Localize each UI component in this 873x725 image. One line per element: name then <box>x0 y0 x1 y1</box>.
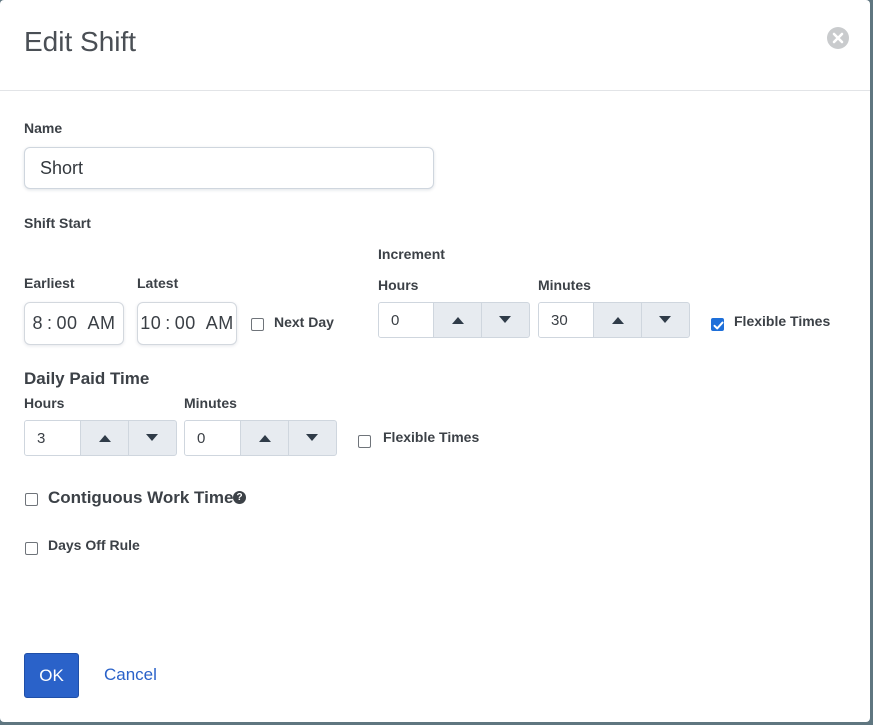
increment-minutes-value[interactable]: 30 <box>539 303 595 337</box>
paid-minutes-stepper: 0 <box>184 420 337 456</box>
caret-up-icon <box>258 435 271 442</box>
caret-down-icon <box>659 316 672 323</box>
latest-time-input[interactable]: 10:00 AM <box>137 302 237 345</box>
name-label: Name <box>24 120 63 136</box>
caret-up-icon <box>611 317 624 324</box>
increment-minutes-label: Minutes <box>538 277 591 293</box>
increment-minutes-up-button[interactable] <box>594 303 642 337</box>
edit-shift-dialog: Edit Shift Name Shift Start Earliest Lat… <box>0 0 870 722</box>
paid-minutes-down-button[interactable] <box>289 421 336 455</box>
paid-minutes-label: Minutes <box>184 395 237 411</box>
increment-hours-down-button[interactable] <box>482 303 529 337</box>
shift-flexible-times-label: Flexible Times <box>734 313 831 329</box>
ok-button[interactable]: OK <box>24 653 79 698</box>
close-icon[interactable] <box>827 27 849 49</box>
next-day-checkbox[interactable] <box>251 318 264 331</box>
paid-minutes-value[interactable]: 0 <box>185 421 242 455</box>
paid-hours-stepper: 3 <box>24 420 177 456</box>
contiguous-work-time-label: Contiguous Work Time <box>48 488 234 507</box>
increment-hours-label: Hours <box>378 277 419 293</box>
latest-ampm[interactable]: AM <box>206 313 234 334</box>
question-circle-icon[interactable]: ? <box>233 491 246 504</box>
dialog-title: Edit Shift <box>24 26 137 57</box>
earliest-minute[interactable]: 00 <box>57 313 78 334</box>
next-day-label: Next Day <box>274 314 334 330</box>
paid-hours-value[interactable]: 3 <box>25 421 82 455</box>
increment-hours-up-button[interactable] <box>434 303 482 337</box>
earliest-hour[interactable]: 8 <box>32 313 43 334</box>
paid-minutes-up-button[interactable] <box>241 421 289 455</box>
header-divider <box>0 90 870 91</box>
latest-hour[interactable]: 10 <box>140 313 161 334</box>
time-separator: : <box>46 313 53 333</box>
increment-label: Increment <box>378 246 445 262</box>
earliest-ampm[interactable]: AM <box>88 313 116 334</box>
latest-label: Latest <box>137 275 179 291</box>
caret-down-icon <box>499 316 512 323</box>
paid-flexible-times-label: Flexible Times <box>383 429 480 445</box>
days-off-rule-checkbox[interactable] <box>25 542 38 555</box>
caret-down-icon <box>306 434 319 441</box>
caret-up-icon <box>98 435 111 442</box>
cancel-button[interactable]: Cancel <box>104 665 157 685</box>
time-separator: : <box>165 313 171 333</box>
paid-hours-label: Hours <box>24 395 65 411</box>
paid-hours-down-button[interactable] <box>129 421 176 455</box>
shift-start-label: Shift Start <box>24 215 91 231</box>
days-off-rule-label: Days Off Rule <box>48 537 140 553</box>
earliest-time-input[interactable]: 8:00 AM <box>24 302 124 345</box>
increment-hours-stepper: 0 <box>378 302 530 338</box>
name-input[interactable] <box>24 147 434 189</box>
caret-up-icon <box>451 317 464 324</box>
paid-flexible-times-checkbox[interactable] <box>358 435 371 448</box>
caret-down-icon <box>146 434 159 441</box>
increment-minutes-stepper: 30 <box>538 302 690 338</box>
increment-hours-value[interactable]: 0 <box>379 303 435 337</box>
contiguous-work-time-checkbox[interactable] <box>25 493 38 506</box>
increment-minutes-down-button[interactable] <box>642 303 689 337</box>
paid-hours-up-button[interactable] <box>81 421 129 455</box>
daily-paid-time-label: Daily Paid Time <box>24 369 150 388</box>
checkmark-icon <box>713 321 724 330</box>
shift-flexible-times-checkbox[interactable] <box>711 318 724 331</box>
earliest-label: Earliest <box>24 275 75 291</box>
latest-minute[interactable]: 00 <box>175 313 196 334</box>
